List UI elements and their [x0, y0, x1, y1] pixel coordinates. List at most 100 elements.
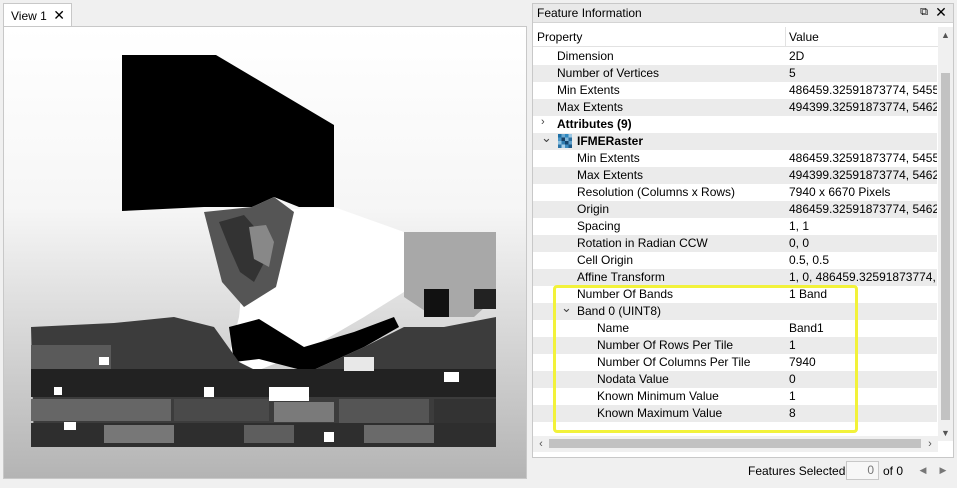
property-name: Spacing — [577, 219, 621, 233]
property-name: Known Minimum Value — [597, 389, 719, 403]
column-header-property[interactable]: Property — [537, 30, 582, 44]
view-tab-close-icon[interactable]: ✕ — [53, 7, 65, 23]
view-tabbar: View 1 ✕ — [0, 0, 530, 27]
close-panel-icon[interactable]: ✕ — [934, 4, 948, 20]
property-row[interactable]: Rotation in Radian CCW 0, 0 — [533, 235, 937, 252]
property-name: Nodata Value — [597, 372, 669, 386]
horizontal-scrollbar[interactable]: ‹ › — [533, 436, 938, 452]
raster-block — [339, 399, 429, 423]
property-value: 494399.32591873774, 5462613 — [789, 100, 937, 114]
property-row[interactable]: Min Extents 486459.32591873774, 5455943 — [533, 150, 937, 167]
property-row[interactable]: Spacing 1, 1 — [533, 218, 937, 235]
property-row[interactable]: Dimension 2D — [533, 48, 937, 65]
raster-block — [104, 425, 174, 443]
property-row[interactable]: Max Extents 494399.32591873774, 5462613 — [533, 167, 937, 184]
property-value: 5 — [789, 66, 796, 80]
scroll-right-icon[interactable]: › — [922, 436, 938, 452]
vertical-scrollbar[interactable]: ▲ ▼ — [938, 27, 953, 441]
property-row[interactable]: Name Band1 — [533, 320, 937, 337]
collapse-chevron-icon[interactable]: ⌄ — [561, 300, 572, 316]
raster-block — [174, 399, 269, 421]
property-row[interactable]: Known Maximum Value 8 — [533, 405, 937, 422]
raster-block — [64, 422, 76, 430]
column-header-value[interactable]: Value — [789, 30, 819, 44]
property-row[interactable]: Max Extents 494399.32591873774, 5462613 — [533, 99, 937, 116]
property-row[interactable]: Number Of Columns Per Tile 7940 — [533, 354, 937, 371]
property-value: 1 Band — [789, 287, 828, 301]
column-header: Property Value — [533, 27, 939, 47]
property-value: 7940 x 6670 Pixels — [789, 185, 891, 199]
status-bar: Features Selected: 0 of 0 ◀ ▶ — [532, 458, 957, 488]
property-value: 2D — [789, 49, 805, 63]
previous-feature-icon[interactable]: ◀ — [917, 463, 929, 477]
feature-information-panel: Feature Information ⧉ ✕ Property Value D… — [532, 3, 954, 458]
property-value: 486459.32591873774, 5455943 — [789, 83, 937, 97]
raster-block — [324, 432, 334, 442]
next-feature-icon[interactable]: ▶ — [937, 463, 949, 477]
map-canvas[interactable] — [3, 26, 527, 479]
raster-block — [274, 402, 334, 422]
property-name: Min Extents — [557, 83, 620, 97]
expand-chevron-icon[interactable]: › — [541, 116, 551, 128]
property-value: 1, 1 — [789, 219, 810, 233]
scroll-up-icon[interactable]: ▲ — [938, 27, 953, 43]
property-row[interactable]: Number Of Bands 1 Band — [533, 286, 937, 303]
scroll-down-icon[interactable]: ▼ — [938, 425, 953, 441]
raster-icon — [558, 134, 572, 148]
property-name: Cell Origin — [577, 253, 634, 267]
property-name: IFMERaster — [577, 134, 644, 148]
raster-block — [474, 289, 496, 309]
view-tab[interactable]: View 1 ✕ — [3, 3, 72, 27]
property-name: Number Of Rows Per Tile — [597, 338, 734, 352]
property-value: 486459.32591873774, 5462613 — [789, 202, 937, 216]
property-name: Known Maximum Value — [597, 406, 723, 420]
column-separator[interactable] — [785, 27, 786, 47]
property-row[interactable]: Min Extents 486459.32591873774, 5455943 — [533, 82, 937, 99]
property-row[interactable]: Number of Vertices 5 — [533, 65, 937, 82]
property-row[interactable]: Cell Origin 0.5, 0.5 — [533, 252, 937, 269]
property-value: 0 — [789, 372, 796, 386]
property-name: Number Of Bands — [577, 287, 674, 301]
property-row[interactable]: › Attributes (9) — [533, 116, 937, 133]
float-panel-icon[interactable]: ⧉ — [917, 5, 931, 19]
property-name: Max Extents — [577, 168, 644, 182]
hscroll-thumb[interactable] — [549, 439, 921, 448]
property-value: 494399.32591873774, 5462613 — [789, 168, 937, 182]
property-value: 1, 0, 486459.32591873774, 0, — [789, 270, 937, 284]
scroll-thumb[interactable] — [941, 73, 950, 420]
property-row[interactable]: ⌄ Band 0 (UINT8) — [533, 300, 937, 320]
property-name: Affine Transform — [577, 270, 665, 284]
property-name: Band 0 (UINT8) — [577, 304, 662, 318]
raster-block — [269, 387, 309, 401]
property-value: 7940 — [789, 355, 816, 369]
scroll-left-icon[interactable]: ‹ — [533, 436, 549, 452]
property-row[interactable]: Affine Transform 1, 0, 486459.32591873774… — [533, 269, 937, 286]
raster-block — [434, 399, 496, 425]
features-selected-label: Features Selected: — [748, 464, 849, 478]
panel-header: Feature Information ⧉ ✕ — [533, 4, 953, 23]
raster-block — [204, 387, 214, 397]
collapse-chevron-icon[interactable]: ⌄ — [541, 130, 552, 146]
property-name: Min Extents — [577, 151, 640, 165]
property-row[interactable]: Known Minimum Value 1 — [533, 388, 937, 405]
property-value: 486459.32591873774, 5455943 — [789, 151, 937, 165]
raster-block — [99, 357, 109, 365]
property-name: Max Extents — [557, 100, 624, 114]
property-value: Band1 — [789, 321, 824, 335]
property-tree[interactable]: Dimension 2D Number of Vertices 5 Min Extent… — [533, 48, 937, 434]
property-row[interactable]: Nodata Value 0 — [533, 371, 937, 388]
raster-image — [31, 55, 496, 447]
property-row[interactable]: Number Of Rows Per Tile 1 — [533, 337, 937, 354]
property-name: Number Of Columns Per Tile — [597, 355, 751, 369]
property-row[interactable]: Origin 486459.32591873774, 5462613 — [533, 201, 937, 218]
property-row[interactable]: ⌄ IFMERaster — [533, 130, 937, 150]
property-value: 1 — [789, 338, 796, 352]
raster-block — [344, 357, 374, 371]
property-name: Name — [597, 321, 630, 335]
raster-block — [54, 387, 62, 395]
property-value: 8 — [789, 406, 796, 420]
property-row[interactable]: Resolution (Columns x Rows) 7940 x 6670 P… — [533, 184, 937, 201]
view-pane: View 1 ✕ — [0, 0, 530, 488]
selected-count-field[interactable]: 0 — [846, 461, 879, 480]
panel-title: Feature Information — [537, 6, 642, 20]
